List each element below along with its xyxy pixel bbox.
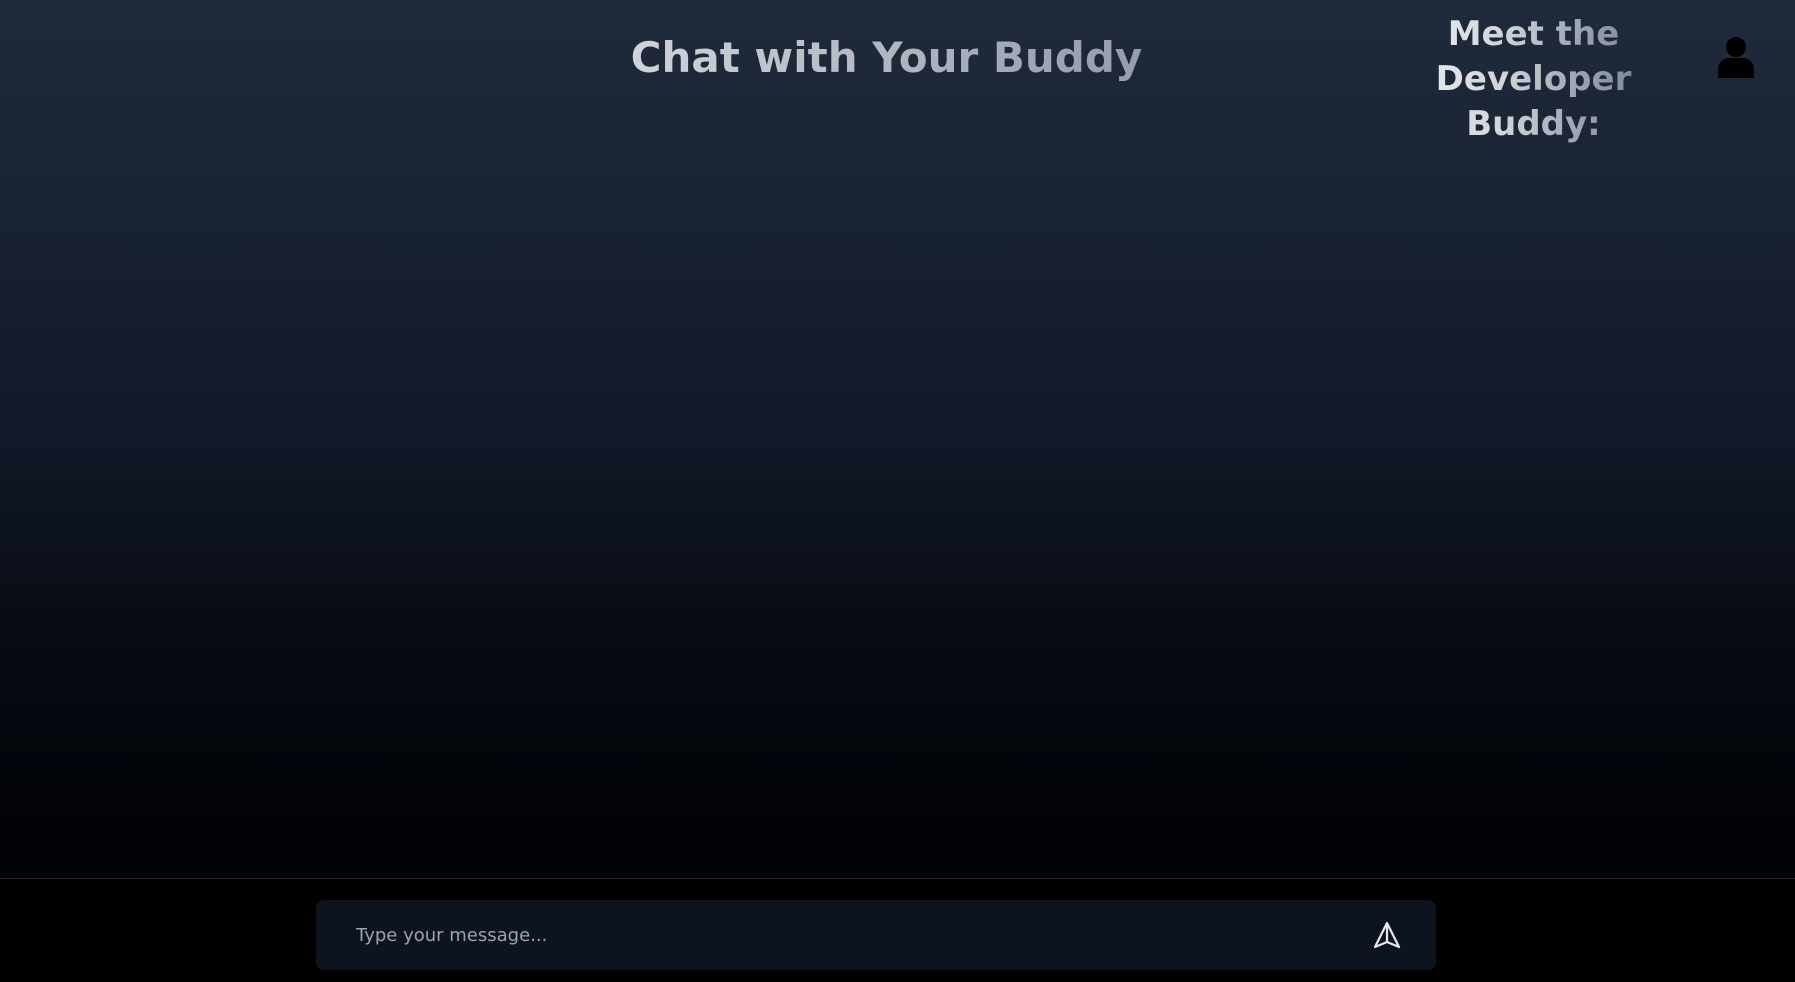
- chat-message-area: [0, 110, 1795, 878]
- message-input[interactable]: [356, 900, 1356, 970]
- message-composer: [316, 900, 1436, 970]
- meet-developer-line-1: Meet the: [1447, 14, 1620, 54]
- user-icon: [1718, 37, 1754, 78]
- send-icon: [1373, 921, 1401, 949]
- send-button[interactable]: [1372, 920, 1402, 950]
- developer-avatar-button[interactable]: [1716, 36, 1756, 78]
- composer-bar: [0, 878, 1795, 982]
